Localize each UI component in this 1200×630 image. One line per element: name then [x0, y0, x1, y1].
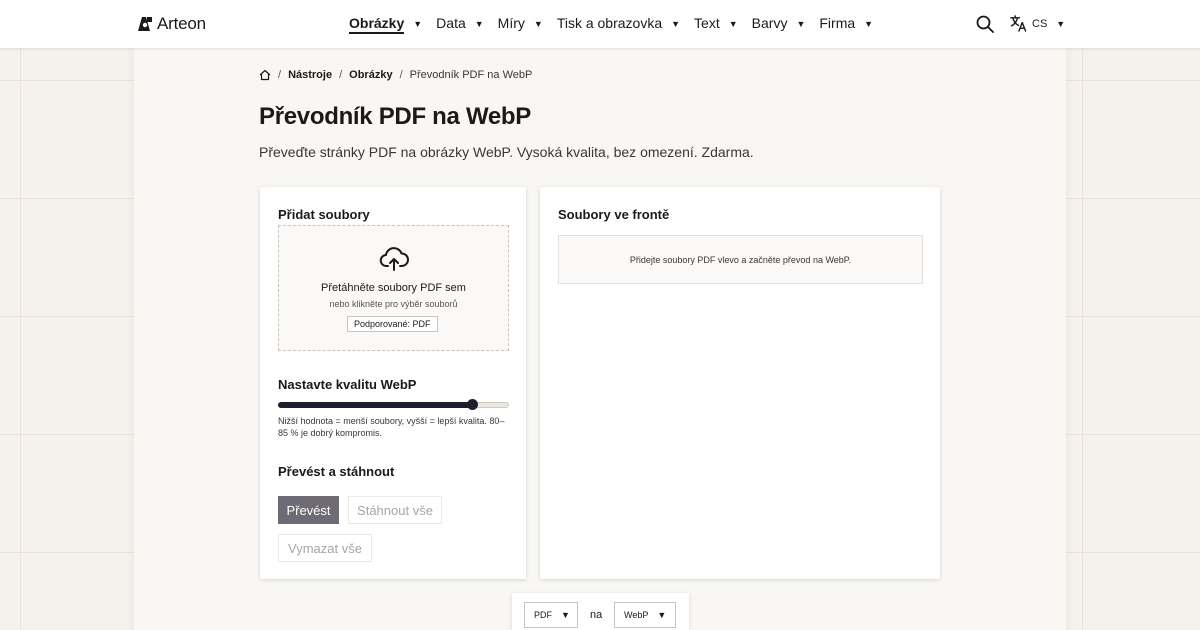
nav-item-label: Data [436, 15, 466, 31]
search-icon [976, 15, 994, 33]
queue-empty-message: Přidejte soubory PDF vlevo a začněte pře… [629, 254, 852, 265]
queue-empty-state: Přidejte soubory PDF vlevo a začněte pře… [558, 235, 923, 284]
caret-down-icon: ▼ [533, 19, 543, 29]
home-link[interactable] [259, 69, 271, 81]
page-subtitle: Převeďte stránky PDF na obrázky WebP. Vy… [259, 144, 754, 160]
home-icon [259, 69, 271, 81]
caret-down-icon: ▼ [671, 19, 681, 29]
top-navigation-bar: Arteon Obrázky ▼ Data ▼ Míry ▼ Tisk a ob… [0, 0, 1200, 48]
caret-down-icon: ▼ [1056, 18, 1066, 29]
breadcrumb-separator: / [399, 69, 403, 81]
format-selector-bar: PDF ▼ na WebP ▼ [512, 593, 689, 630]
nav-item-label: Míry [497, 15, 525, 31]
nav-item-barvy[interactable]: Barvy ▼ [752, 15, 806, 33]
language-code: CS [1032, 17, 1048, 30]
dropzone-title: Přetáhněte soubory PDF sem [321, 282, 466, 294]
nav-item-obrazky[interactable]: Obrázky ▼ [349, 15, 422, 34]
brand-name: Arteon [157, 14, 206, 33]
page-title: Převodník PDF na WebP [259, 103, 531, 130]
actions-heading: Převést a stáhnout [278, 464, 395, 479]
nav-item-tisk-a-obrazovka[interactable]: Tisk a obrazovka ▼ [557, 15, 680, 33]
upload-heading: Přidat soubory [278, 207, 370, 222]
nav-item-label: Tisk a obrazovka [556, 15, 663, 31]
nav-item-miry[interactable]: Míry ▼ [498, 15, 543, 33]
format-connector: na [590, 609, 603, 621]
target-format-value: WebP [624, 610, 649, 620]
slider-thumb[interactable] [467, 399, 478, 410]
breadcrumb: / Nástroje / Obrázky / Převodník PDF na … [259, 69, 532, 81]
arteon-logo-icon [138, 17, 152, 31]
quality-heading: Nastavte kvalitu WebP [278, 377, 417, 392]
nav-item-label: Obrázky [349, 15, 405, 34]
caret-down-icon: ▼ [728, 19, 738, 29]
main-nav: Obrázky ▼ Data ▼ Míry ▼ Tisk a obrazovka… [349, 0, 887, 48]
convert-button[interactable]: Převést [278, 496, 339, 524]
search-button[interactable] [976, 15, 994, 33]
source-format-value: PDF [534, 610, 552, 620]
caret-down-icon: ▼ [864, 19, 874, 29]
quality-slider[interactable] [278, 399, 509, 411]
nav-item-label: Text [694, 15, 720, 31]
quality-hint: Nižší hodnota = menší soubory, vyšší = l… [278, 416, 505, 438]
nav-item-label: Barvy [751, 15, 788, 31]
dropzone-subtitle: nebo klikněte pro výběr souborů [329, 299, 458, 309]
nav-item-label: Firma [819, 15, 856, 31]
supported-formats-badge: Podporované: PDF [347, 316, 438, 332]
caret-down-icon: ▼ [413, 19, 423, 29]
breadcrumb-item-obrazky[interactable]: Obrázky [349, 69, 392, 81]
settings-card: Přidat soubory Přetáhněte soubory PDF se… [260, 187, 526, 579]
brand-logo[interactable]: Arteon [137, 14, 206, 34]
breadcrumb-separator: / [339, 69, 343, 81]
translate-icon [1010, 15, 1027, 32]
caret-down-icon: ▼ [796, 19, 806, 29]
queue-card: Soubory ve frontě Přidejte soubory PDF v… [540, 187, 940, 579]
target-format-select[interactable]: WebP ▼ [614, 602, 676, 628]
clear-all-button[interactable]: Vymazat vše [278, 534, 372, 562]
queue-heading: Soubory ve frontě [558, 207, 670, 222]
breadcrumb-current: Převodník PDF na WebP [409, 69, 533, 81]
breadcrumb-separator: / [278, 69, 282, 81]
cloud-upload-icon [379, 247, 409, 271]
language-switcher[interactable]: CS ▼ [1010, 15, 1065, 32]
file-dropzone[interactable]: Přetáhněte soubory PDF sem nebo klikněte… [278, 225, 509, 351]
nav-item-firma[interactable]: Firma ▼ [819, 15, 873, 33]
caret-down-icon: ▼ [561, 610, 570, 620]
nav-item-data[interactable]: Data ▼ [436, 15, 484, 33]
slider-fill [278, 402, 472, 408]
download-all-button[interactable]: Stáhnout vše [348, 496, 442, 524]
caret-down-icon: ▼ [657, 610, 667, 620]
source-format-select[interactable]: PDF ▼ [524, 602, 578, 628]
caret-down-icon: ▼ [474, 19, 484, 29]
breadcrumb-item-nastroje[interactable]: Nástroje [288, 69, 332, 81]
nav-item-text[interactable]: Text ▼ [694, 15, 738, 33]
